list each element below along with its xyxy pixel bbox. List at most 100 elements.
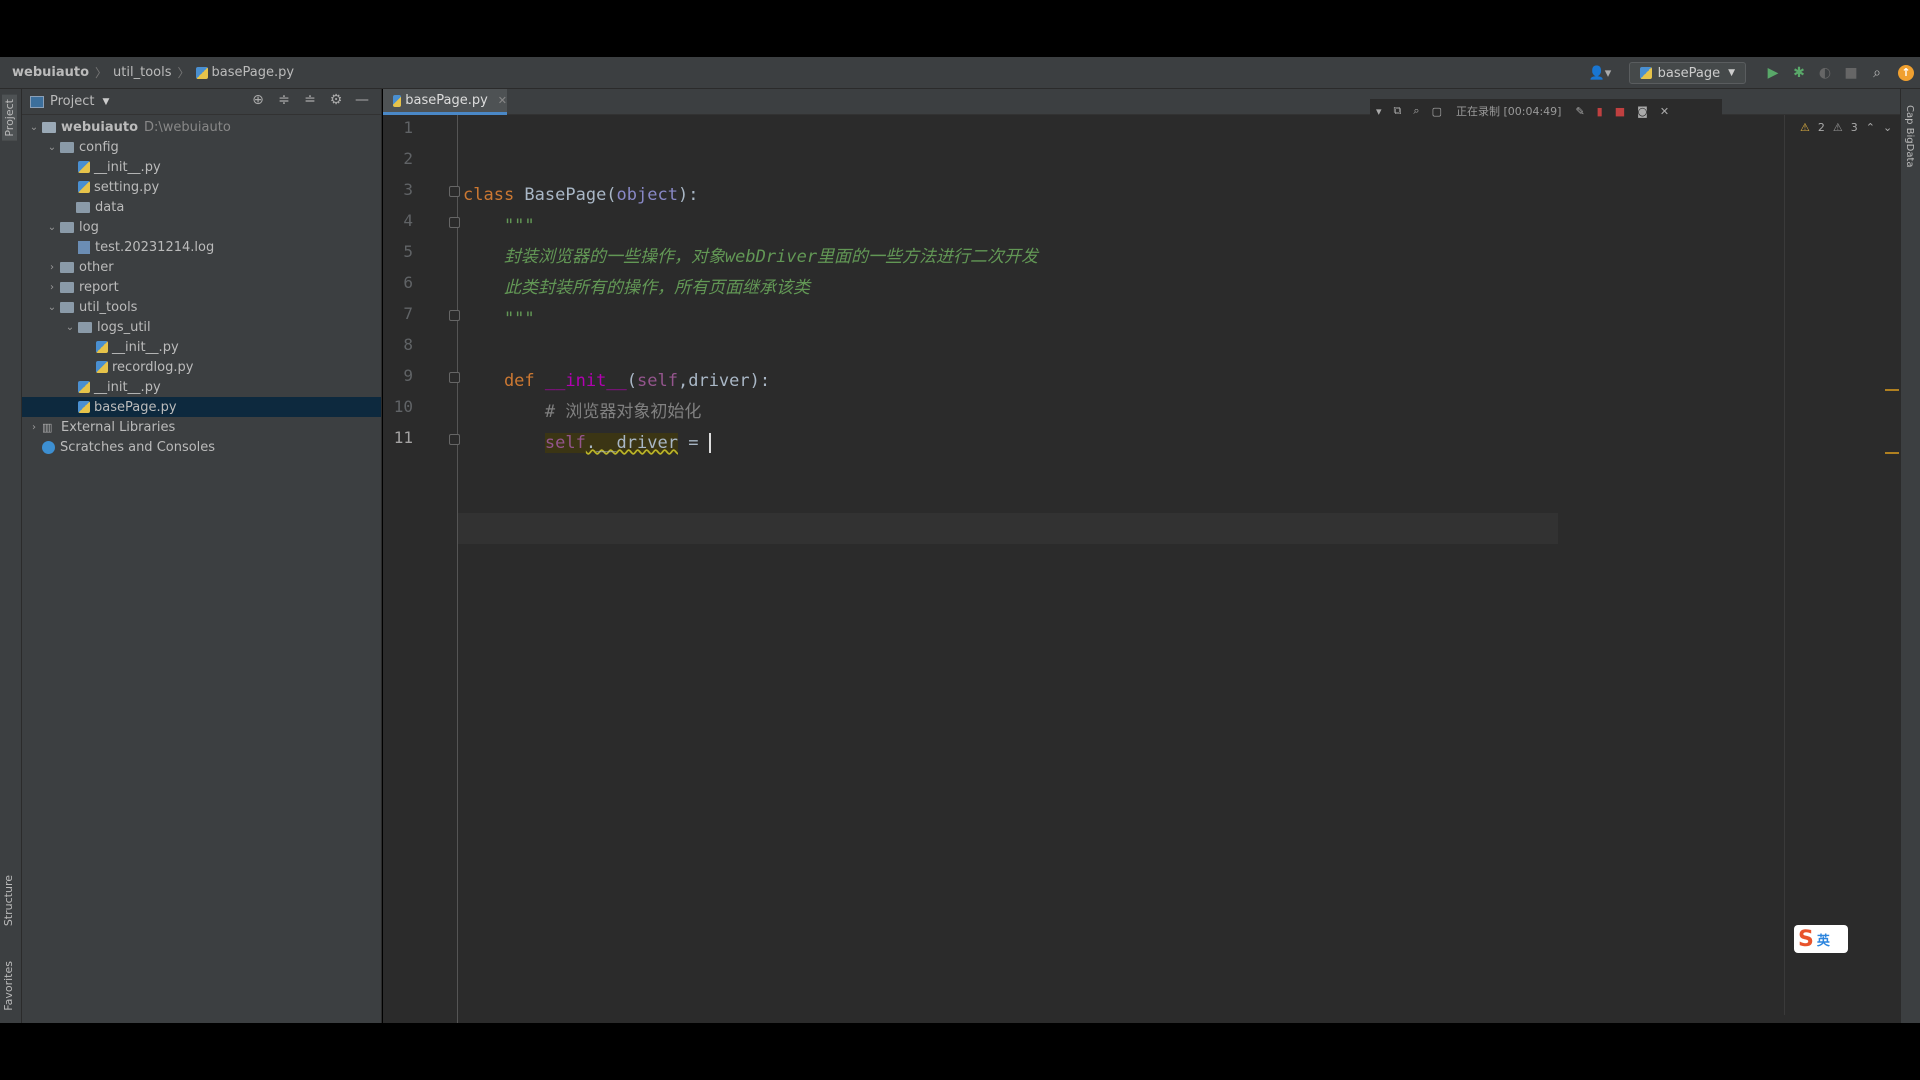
tab-label: basePage.py [405,93,488,108]
chevron-down-icon[interactable]: ⌄ [1883,121,1892,134]
tree-item-file[interactable]: __init__.py [22,337,381,357]
folder-icon [60,281,74,293]
tree-item-file[interactable]: __init__.py [22,157,381,177]
project-panel-title[interactable]: Project [50,94,94,109]
tree-item-log[interactable]: ⌄ log [22,217,381,237]
chevron-down-icon[interactable]: ⌄ [62,322,78,333]
chevron-right-icon[interactable]: › [44,282,60,293]
debug-icon[interactable]: ✱ [1786,65,1812,81]
fold-marker-icon[interactable] [449,434,460,445]
tree-item-label: util_tools [79,299,138,315]
line-number-current: 11 [393,428,413,447]
tree-item-logs-util[interactable]: ⌄ logs_util [22,317,381,337]
fold-marker-icon[interactable] [449,217,460,228]
tree-item-label: setting.py [94,179,160,195]
fullscreen-icon[interactable]: ▢ [1432,105,1442,118]
right-margin-guide [1784,115,1785,1015]
breadcrumb-file[interactable]: basePage.py [212,65,295,80]
expand-all-icon[interactable]: ≑ [271,92,297,108]
chevron-down-icon[interactable]: ▼ [102,97,109,107]
line-number: 5 [403,242,413,261]
user-icon[interactable]: 👤▾ [1589,66,1617,81]
screen-top-border [0,0,1920,57]
tree-item-label: logs_util [97,319,151,335]
search-icon[interactable]: ⌕ [1864,65,1890,81]
fold-marker-icon[interactable] [449,372,460,383]
tree-item-label: __init__.py [94,159,161,175]
close-icon[interactable]: ✕ [498,94,507,107]
error-stripe-mark[interactable] [1885,389,1899,391]
stop-icon[interactable]: ■ [1838,65,1864,81]
tree-item-util-tools[interactable]: ⌄ util_tools [22,297,381,317]
ime-indicator[interactable]: S 英 [1794,925,1848,953]
chevron-down-icon[interactable]: ⌄ [44,142,60,153]
fold-marker-icon[interactable] [449,310,460,321]
tree-item-file[interactable]: __init__.py [22,377,381,397]
camera-icon[interactable]: ◙ [1637,105,1648,118]
coverage-icon[interactable]: ◐ [1812,65,1838,81]
folder-icon [60,261,74,273]
zoom-icon[interactable]: ⌕ [1413,104,1419,118]
chevron-down-icon: ▼ [1728,68,1735,78]
pen-icon[interactable]: ✎ [1575,105,1584,118]
warning-icon: ⚠ [1800,121,1810,134]
tree-item-basepage-selected[interactable]: basePage.py [22,397,381,417]
inspection-widget[interactable]: ⚠ 2 ⚠ 3 ⌃ ⌄ [1800,121,1900,134]
line-number: 8 [403,335,413,354]
code-line-5: 封装浏览器的一些操作，对象webDriver里面的一些方法进行二次开发 [463,247,1039,267]
tree-item-file[interactable]: recordlog.py [22,357,381,377]
python-file-icon [96,361,108,373]
tool-tab-favorites[interactable]: Favorites [2,961,15,1011]
python-file-icon [78,161,90,173]
tool-tab-project[interactable]: Project [2,95,17,141]
attribute-name: .__driver [585,433,678,453]
run-configuration-dropdown[interactable]: basePage ▼ [1628,62,1746,84]
code-punct: ( [626,371,638,391]
update-icon[interactable]: ↑ [1898,65,1914,81]
tree-item-file[interactable]: setting.py [22,177,381,197]
locate-icon[interactable]: ⊕ [245,92,271,108]
line-number: 6 [403,273,413,292]
breadcrumb-folder[interactable]: util_tools [113,65,171,80]
folder-icon [60,141,74,153]
chevron-right-icon[interactable]: › [44,262,60,273]
fold-marker-icon[interactable] [449,186,460,197]
tree-item-other[interactable]: › other [22,257,381,277]
tree-item-label: __init__.py [112,339,179,355]
tree-item-data[interactable]: data [22,197,381,217]
hide-icon[interactable]: — [349,92,375,108]
breadcrumb-project[interactable]: webuiauto [12,65,89,80]
error-stripe-mark[interactable] [1885,452,1899,454]
tree-item-file[interactable]: test.20231214.log [22,237,381,257]
weak-warning-icon: ⚠ [1832,121,1843,134]
tree-item-scratches[interactable]: Scratches and Consoles [22,437,381,457]
close-icon[interactable]: ✕ [1660,105,1669,118]
pause-icon[interactable]: ▮ [1597,105,1603,118]
gear-icon[interactable]: ⚙ [323,92,349,108]
run-icon[interactable]: ▶ [1760,65,1786,81]
breadcrumb-separator: 〉 [177,66,190,80]
recording-toolbar: ▾ ⧉ ⌕ ▢ 正在录制 [00:04:49] ✎ ▮ ■ ◙ ✕ [1370,99,1722,123]
folder-icon [76,201,90,213]
tree-item-webuiauto[interactable]: ⌄ webuiauto D:\webuiauto [22,117,381,137]
chevron-down-icon[interactable]: ⌄ [26,122,42,133]
code-editor: basePage.py ✕ 1 2 3 4 5 6 7 8 9 10 11 cl… [383,89,1900,1023]
chevron-right-icon[interactable]: › [26,422,42,433]
tab-basepage[interactable]: basePage.py ✕ [383,89,507,115]
current-line-highlight [458,513,1558,544]
collapse-all-icon[interactable]: ≐ [297,92,323,108]
tree-item-external-libraries[interactable]: › ▥ External Libraries [22,417,381,437]
window-icon[interactable]: ⧉ [1394,104,1402,118]
warning-count: 2 [1817,121,1825,134]
stop-record-icon[interactable]: ■ [1615,105,1625,118]
tool-tab-bigdata[interactable]: Cap BigData [1904,105,1915,168]
tree-item-label: External Libraries [61,419,176,435]
chevron-down-icon[interactable]: ⌄ [44,222,60,233]
chevron-up-icon[interactable]: ⌃ [1866,121,1875,134]
tool-tab-structure[interactable]: Structure [2,875,15,926]
tree-item-report[interactable]: › report [22,277,381,297]
chevron-down-icon[interactable]: ▾ [1376,105,1382,118]
chevron-down-icon[interactable]: ⌄ [44,302,60,313]
tree-item-config[interactable]: ⌄ config [22,137,381,157]
